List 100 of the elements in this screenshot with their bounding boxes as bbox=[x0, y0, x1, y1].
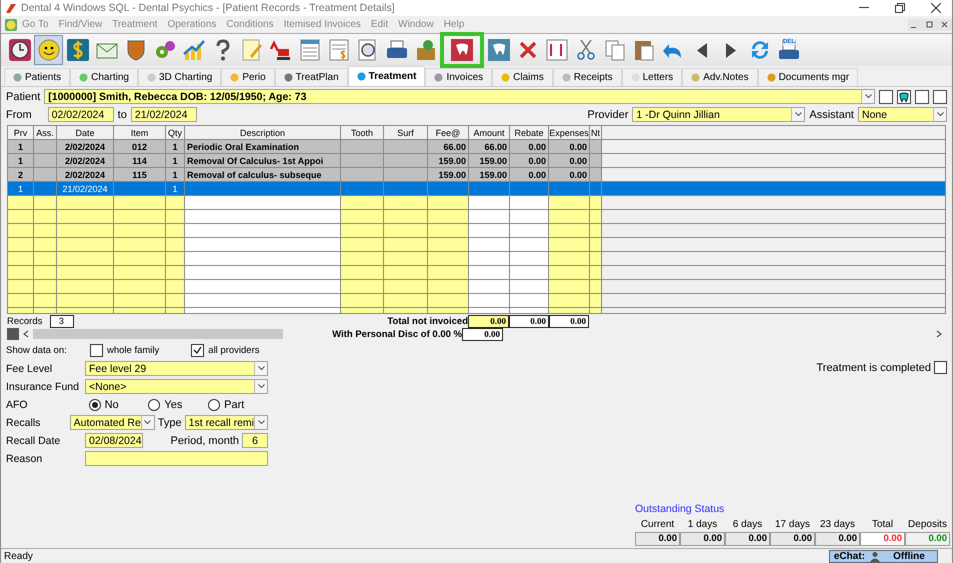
tab-icon bbox=[691, 73, 700, 82]
tab-icon bbox=[284, 73, 293, 82]
table-cell bbox=[590, 182, 602, 195]
dollar-icon bbox=[66, 38, 90, 62]
period-field[interactable]: 6 bbox=[242, 433, 268, 448]
radio-label: Part bbox=[224, 398, 246, 410]
splitter-handle[interactable] bbox=[7, 328, 19, 340]
recall-date-field[interactable]: 02/08/2024 bbox=[85, 433, 143, 448]
caret-icon bbox=[258, 366, 264, 371]
table-row[interactable]: 1 2/02/2024 012 1 Periodic Oral Examination 66.00 66.00 0.00 0.00 bbox=[8, 140, 945, 154]
table-cell: 1 bbox=[8, 154, 34, 167]
assistant-label: Assistant bbox=[809, 108, 854, 120]
table-cell: 21/02/2024 bbox=[57, 182, 114, 195]
insurance-fund-dropdown[interactable]: <None> bbox=[85, 379, 268, 394]
table-cell: 1 bbox=[8, 140, 34, 153]
checkbox[interactable] bbox=[191, 344, 204, 356]
tab[interactable]: Receipts bbox=[552, 68, 622, 86]
aging-header: Deposits bbox=[907, 519, 948, 530]
excavator-icon bbox=[268, 38, 292, 62]
aging-value: 0.00 bbox=[680, 532, 725, 546]
tab-icon bbox=[562, 73, 571, 82]
type-dropdown[interactable]: 1st recall remi bbox=[184, 415, 268, 430]
tab-icon bbox=[356, 72, 366, 81]
smiley-icon bbox=[36, 38, 60, 62]
fee-level-dropdown[interactable]: Fee level 29 bbox=[85, 361, 268, 376]
table-cell bbox=[34, 168, 57, 181]
reason-field[interactable] bbox=[85, 451, 268, 466]
echat-status: Offline bbox=[892, 550, 926, 562]
tooth-button[interactable] bbox=[897, 90, 911, 104]
aging-value: 0.00 bbox=[635, 532, 680, 546]
checkbox[interactable] bbox=[934, 361, 947, 374]
tab[interactable]: Adv.Notes bbox=[682, 68, 758, 86]
child-window-controls-icon[interactable] bbox=[908, 18, 952, 30]
records-count: 3 bbox=[50, 314, 74, 328]
small-box[interactable] bbox=[879, 90, 893, 104]
recalls-dropdown[interactable]: Automated Re bbox=[70, 415, 155, 430]
table-cell: 1 bbox=[166, 140, 185, 153]
table-icon bbox=[298, 38, 322, 62]
table-cell: 1 bbox=[166, 154, 185, 167]
table-row[interactable]: 1 21/02/2024 1 bbox=[8, 182, 945, 196]
table-cell bbox=[341, 168, 384, 181]
table-cell: 1 bbox=[166, 182, 185, 195]
numbering-icon bbox=[544, 38, 568, 62]
table-cell: Removal of calculus- subseque bbox=[185, 168, 341, 181]
table-cell: 0.00 bbox=[510, 154, 549, 167]
assistant-dropdown[interactable]: None bbox=[858, 107, 947, 122]
column-header[interactable]: Nt bbox=[590, 126, 602, 139]
table-cell: 1 bbox=[166, 168, 185, 181]
tab[interactable]: Invoices bbox=[425, 68, 492, 86]
column-header[interactable]: Qty bbox=[166, 126, 185, 139]
copy-icon bbox=[602, 38, 626, 62]
right-triangle-icon bbox=[726, 42, 736, 58]
tab[interactable]: Perio bbox=[221, 68, 275, 86]
tab-icon bbox=[501, 73, 510, 82]
app-logo-icon bbox=[5, 2, 17, 14]
tab[interactable]: Charting bbox=[70, 68, 138, 86]
tab[interactable]: 3D Charting bbox=[138, 68, 222, 86]
person-icon bbox=[869, 550, 881, 562]
from-date-field[interactable]: 02/02/2024 bbox=[48, 107, 114, 122]
tab-icon bbox=[230, 73, 240, 82]
to-label: to bbox=[118, 108, 127, 120]
table-cell: 1 bbox=[8, 182, 34, 195]
provider-dropdown[interactable]: 1 -Dr Quinn Jillian bbox=[632, 107, 806, 122]
tab[interactable]: Documents mgr bbox=[758, 68, 858, 86]
patient-label: Patient bbox=[6, 90, 40, 102]
recalls-label: Recalls bbox=[6, 416, 42, 428]
tab[interactable]: Letters bbox=[622, 68, 682, 86]
checkbox[interactable] bbox=[90, 344, 103, 356]
discount-label: With Personal Disc of 0.00 % bbox=[332, 328, 462, 340]
table-row[interactable]: 1 2/02/2024 114 1 Removal Of Calculus- 1st Appoi 159.00 159.00 0.00 0.00 bbox=[8, 154, 945, 168]
tab-icon bbox=[79, 73, 88, 82]
aging-value: 0.00 bbox=[905, 532, 950, 546]
chart-icon bbox=[182, 38, 206, 62]
type-label: Type bbox=[158, 416, 182, 428]
aging-header: 6 days bbox=[732, 519, 764, 530]
table-row[interactable]: 2 2/02/2024 115 1 Removal of calculus- subseque 159.00 159.00 0.00 0.00 bbox=[8, 168, 945, 182]
radio-button[interactable] bbox=[148, 398, 160, 410]
checkbox-label: all providers bbox=[208, 344, 260, 356]
to-date-field[interactable]: 21/02/2024 bbox=[130, 107, 197, 122]
tab[interactable]: Patients bbox=[4, 68, 70, 86]
caret-icon bbox=[258, 384, 264, 389]
small-box[interactable] bbox=[933, 90, 947, 104]
column-header[interactable]: Expenses bbox=[549, 126, 590, 139]
radio-button[interactable] bbox=[88, 398, 101, 410]
scrollbar-thumb[interactable] bbox=[33, 329, 283, 339]
table-cell bbox=[114, 182, 166, 195]
tab[interactable]: Claims bbox=[492, 68, 553, 86]
table-cell bbox=[384, 168, 428, 181]
tooth-icon bbox=[486, 38, 510, 62]
tab[interactable]: Treatment bbox=[348, 66, 426, 86]
small-box[interactable] bbox=[915, 90, 929, 104]
patient-field[interactable]: [1000000] Smith, Rebecca DOB: 12/05/1950; Age: 73 bbox=[44, 89, 875, 104]
smiley-tool-button[interactable] bbox=[34, 35, 63, 65]
table-cell bbox=[341, 182, 384, 195]
radio-button[interactable] bbox=[208, 398, 220, 410]
table-cell: 114 bbox=[114, 154, 166, 167]
tab[interactable]: TreatPlan bbox=[274, 68, 348, 86]
column-header[interactable]: Ass. bbox=[34, 126, 57, 139]
left-triangle-icon bbox=[696, 42, 706, 58]
table-cell bbox=[590, 154, 602, 167]
